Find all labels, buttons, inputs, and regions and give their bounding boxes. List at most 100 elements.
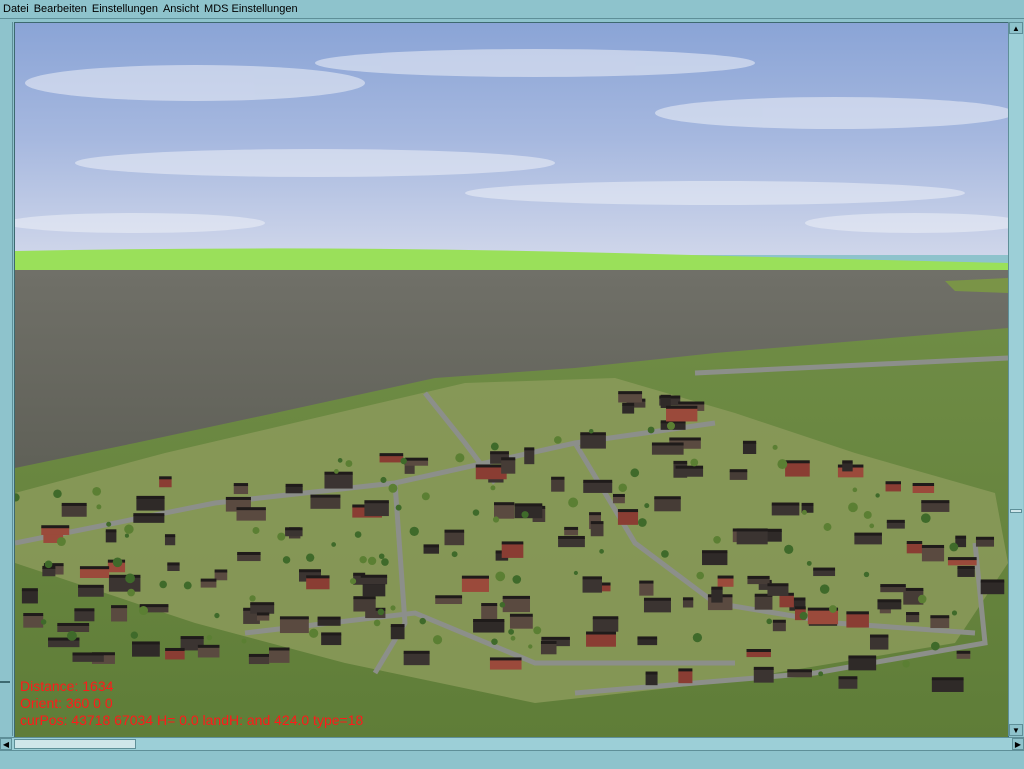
building-roof xyxy=(673,460,688,464)
building-roof xyxy=(980,579,1005,583)
scroll-right-button[interactable]: ▶ xyxy=(1012,738,1024,750)
building xyxy=(980,581,1005,595)
building xyxy=(558,537,585,548)
building-roof xyxy=(524,447,535,451)
building-roof xyxy=(61,502,87,506)
building-roof xyxy=(299,569,321,573)
tree xyxy=(44,560,53,569)
building xyxy=(514,505,543,519)
tree xyxy=(521,511,529,519)
building-roof xyxy=(435,595,463,599)
tree xyxy=(138,605,149,616)
building xyxy=(906,614,920,623)
building-roof xyxy=(848,655,877,659)
building xyxy=(268,649,290,663)
tree xyxy=(282,556,291,564)
building xyxy=(637,638,658,646)
building xyxy=(785,462,810,477)
building xyxy=(236,509,266,521)
tree xyxy=(206,634,213,641)
tree xyxy=(359,556,367,564)
building-roof xyxy=(564,526,579,530)
tree xyxy=(67,630,77,641)
building xyxy=(362,583,386,597)
tree xyxy=(630,468,640,478)
building-roof xyxy=(444,529,465,533)
menu-mds-einstellungen[interactable]: MDS Einstellungen xyxy=(201,3,300,15)
building xyxy=(717,577,734,587)
building xyxy=(310,496,341,509)
building-roof xyxy=(214,569,228,573)
building-roof xyxy=(41,525,70,529)
menu-einstellungen[interactable]: Einstellungen xyxy=(89,3,160,15)
tree xyxy=(127,588,135,597)
horizontal-scroll-thumb[interactable] xyxy=(14,739,136,749)
building xyxy=(682,599,694,608)
building-roof xyxy=(921,544,945,548)
building-roof xyxy=(250,602,275,606)
building xyxy=(885,483,901,492)
tree xyxy=(863,571,870,578)
building xyxy=(766,530,782,542)
building xyxy=(435,597,463,605)
building xyxy=(842,462,853,472)
menu-bearbeiten[interactable]: Bearbeiten xyxy=(31,3,89,15)
building xyxy=(912,484,935,494)
tree xyxy=(930,641,940,651)
tree xyxy=(309,628,319,638)
tree xyxy=(380,476,387,483)
tree xyxy=(390,605,396,611)
building xyxy=(753,668,774,683)
building xyxy=(461,577,489,592)
hud-orient: Orient: 360 0 0 xyxy=(20,695,113,711)
tree xyxy=(863,510,872,519)
building-roof xyxy=(364,500,389,504)
building-roof xyxy=(167,562,180,566)
building-roof xyxy=(473,618,505,622)
building-roof xyxy=(514,503,543,507)
building-roof xyxy=(583,479,613,483)
building xyxy=(285,529,303,537)
building-roof xyxy=(165,647,185,651)
vertical-scrollbar[interactable]: ▲ ▼ xyxy=(1008,22,1023,736)
tree xyxy=(495,571,506,582)
building-roof xyxy=(622,402,635,406)
building-roof xyxy=(801,502,814,506)
building-roof xyxy=(390,624,405,628)
tree xyxy=(799,611,808,620)
building-roof xyxy=(236,507,266,511)
scroll-left-button[interactable]: ◀ xyxy=(0,738,12,750)
horizontal-scrollbar[interactable]: ◀ ▶ xyxy=(0,737,1024,750)
building xyxy=(42,567,56,577)
building xyxy=(423,546,440,554)
terrain-render xyxy=(15,23,1008,737)
building-roof xyxy=(540,640,557,644)
left-ruler-tick xyxy=(0,681,10,683)
building xyxy=(237,553,261,562)
tree xyxy=(388,483,398,493)
building xyxy=(250,604,275,614)
building xyxy=(165,649,185,660)
building xyxy=(364,502,389,517)
tree xyxy=(421,492,430,501)
tree xyxy=(159,580,167,589)
building xyxy=(61,504,87,517)
vertical-scroll-thumb[interactable] xyxy=(1010,509,1022,513)
building xyxy=(133,515,165,523)
tree xyxy=(917,594,927,604)
tree xyxy=(661,550,669,558)
building xyxy=(590,523,604,537)
building-roof xyxy=(105,529,117,533)
menu-ansicht[interactable]: Ansicht xyxy=(160,3,201,15)
building xyxy=(72,654,104,662)
scroll-down-button[interactable]: ▼ xyxy=(1009,724,1023,736)
tree xyxy=(455,453,465,463)
menu-datei[interactable]: Datei xyxy=(0,3,31,15)
building xyxy=(551,478,565,492)
scroll-up-button[interactable]: ▲ xyxy=(1009,22,1023,34)
building-roof xyxy=(666,405,698,409)
building xyxy=(509,615,533,629)
3d-viewport[interactable]: Distance: 1634 Orient: 360 0 0 curPos: 4… xyxy=(14,22,1009,738)
tree xyxy=(499,602,506,608)
building xyxy=(618,393,643,403)
